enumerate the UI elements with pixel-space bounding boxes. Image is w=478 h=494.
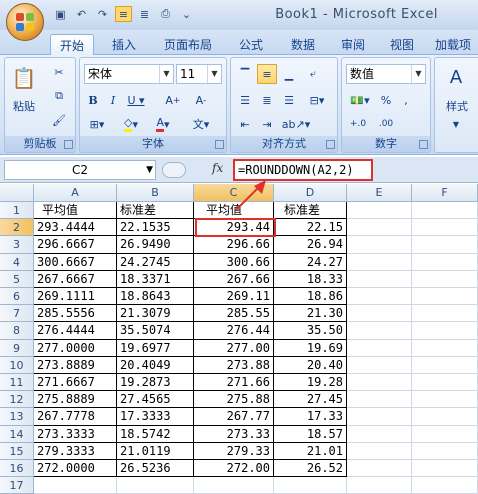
office-logo-icon xyxy=(16,13,34,31)
office-button[interactable] xyxy=(6,3,44,41)
annotation-arrow-icon xyxy=(235,180,266,211)
